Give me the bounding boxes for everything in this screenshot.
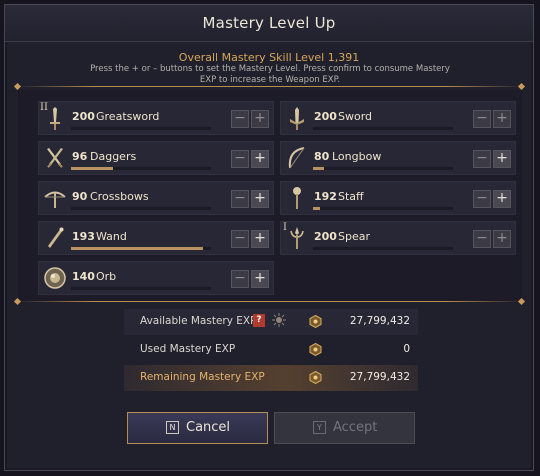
weapon-level: 96 (72, 150, 88, 163)
increase-button[interactable]: + (251, 190, 269, 208)
decrease-button[interactable]: − (473, 110, 491, 128)
cancel-button[interactable]: N Cancel (127, 412, 268, 444)
weapon-name: Wand (96, 230, 127, 243)
exp-progress-bar (313, 127, 453, 130)
exp-progress-bar (71, 127, 211, 130)
weapon-level: 90 (72, 190, 88, 203)
increase-button[interactable]: + (251, 270, 269, 288)
wand-icon (42, 225, 68, 251)
mastery-level-up-dialog: Mastery Level Up Overall Mastery Skill L… (4, 4, 534, 471)
daggers-icon (42, 145, 68, 171)
exp-progress-bar (313, 167, 453, 170)
weapon-row-wand: 193 Wand − + (38, 221, 274, 255)
available-exp-row: Available Mastery EXP ? 27,799,432 (124, 309, 418, 335)
increase-button[interactable]: + (251, 230, 269, 248)
weapon-row-crossbows: 90 Crossbows − + (38, 181, 274, 215)
weapon-name: Orb (96, 270, 117, 283)
weapon-list: II 200 Greatsword − + 200 Sword − + 96 D… (18, 90, 522, 301)
decrease-button[interactable]: − (473, 230, 491, 248)
weapon-row-greatsword: II 200 Greatsword − + (38, 101, 274, 135)
increase-button[interactable]: + (493, 110, 511, 128)
mastery-exp-icon (309, 314, 322, 329)
increase-button[interactable]: + (251, 110, 269, 128)
increase-button[interactable]: + (493, 150, 511, 168)
remaining-exp-value: 27,799,432 (349, 371, 410, 383)
weapon-level: 193 (72, 230, 95, 243)
dialog-title: Mastery Level Up (202, 14, 336, 32)
weapon-row-staff: 192 Staff − + (280, 181, 516, 215)
help-icon[interactable]: ? (253, 314, 265, 327)
weapon-level: 80 (314, 150, 330, 163)
overall-mastery-level: Overall Mastery Skill Level 1,391 (178, 51, 360, 64)
used-exp-value: 0 (403, 343, 410, 355)
increase-button[interactable]: + (493, 230, 511, 248)
weapon-row-spear: I 200 Spear − + (280, 221, 516, 255)
exp-progress-fill (71, 167, 113, 170)
available-exp-label: Available Mastery EXP (140, 315, 257, 327)
weapon-level: 200 (314, 110, 337, 123)
divider-ornament-left (13, 82, 22, 91)
weapon-level: 200 (314, 230, 337, 243)
used-exp-row: Used Mastery EXP 0 (124, 337, 418, 363)
weapon-name: Crossbows (90, 190, 149, 203)
available-exp-value: 27,799,432 (349, 315, 410, 327)
mastery-exp-icon (309, 342, 322, 357)
exp-progress-bar (313, 207, 453, 210)
decrease-button[interactable]: − (473, 190, 491, 208)
weapon-row-sword: 200 Sword − + (280, 101, 516, 135)
exp-progress-bar (71, 167, 211, 170)
used-exp-label: Used Mastery EXP (140, 343, 236, 355)
decrease-button[interactable]: − (231, 270, 249, 288)
decrease-button[interactable]: − (231, 150, 249, 168)
increase-button[interactable]: + (251, 150, 269, 168)
remaining-exp-row: Remaining Mastery EXP 27,799,432 (124, 365, 418, 391)
longbow-icon (284, 145, 310, 171)
staff-icon (284, 185, 310, 211)
crossbow-icon (42, 185, 68, 211)
instructions-text: Press the + or – buttons to set the Mast… (90, 64, 450, 85)
weapon-name: Staff (338, 190, 364, 203)
weapon-rank-badge: II (40, 102, 48, 113)
decrease-button[interactable]: − (473, 150, 491, 168)
increase-button[interactable]: + (493, 190, 511, 208)
weapon-row-longbow: 80 Longbow − + (280, 141, 516, 175)
remaining-exp-label: Remaining Mastery EXP (140, 371, 265, 383)
weapon-name: Sword (338, 110, 373, 123)
cancel-hotkey: N (166, 421, 179, 434)
weapon-level: 192 (314, 190, 337, 203)
top-divider (17, 86, 523, 87)
exp-progress-bar (313, 247, 453, 250)
exp-progress-bar (71, 247, 211, 250)
sun-icon (272, 313, 286, 330)
exp-progress-fill (313, 207, 320, 210)
accept-label: Accept (333, 420, 378, 435)
weapon-name: Longbow (332, 150, 382, 163)
weapon-level: 200 (72, 110, 95, 123)
decrease-button[interactable]: − (231, 230, 249, 248)
sword-icon (284, 105, 310, 131)
spear-icon (284, 225, 310, 251)
weapon-name: Daggers (90, 150, 137, 163)
decrease-button[interactable]: − (231, 190, 249, 208)
weapon-name: Greatsword (96, 110, 160, 123)
cancel-label: Cancel (186, 420, 231, 435)
accept-hotkey: Y (313, 421, 326, 434)
weapon-rank-badge: I (283, 222, 287, 233)
weapon-name: Spear (338, 230, 370, 243)
bottom-divider (17, 301, 523, 302)
orb-icon (42, 265, 68, 291)
title-bar: Mastery Level Up (5, 5, 533, 42)
divider-ornament-right (517, 82, 526, 91)
weapon-row-orb: 140 Orb − + (38, 261, 274, 295)
weapon-row-daggers: 96 Daggers − + (38, 141, 274, 175)
weapon-level: 140 (72, 270, 95, 283)
divider-ornament-right (517, 297, 526, 306)
exp-progress-fill (71, 247, 203, 250)
accept-button[interactable]: Y Accept (274, 412, 415, 444)
exp-progress-bar (71, 287, 211, 290)
mastery-exp-icon (309, 370, 322, 385)
exp-progress-bar (71, 207, 211, 210)
decrease-button[interactable]: − (231, 110, 249, 128)
exp-progress-fill (313, 167, 325, 170)
